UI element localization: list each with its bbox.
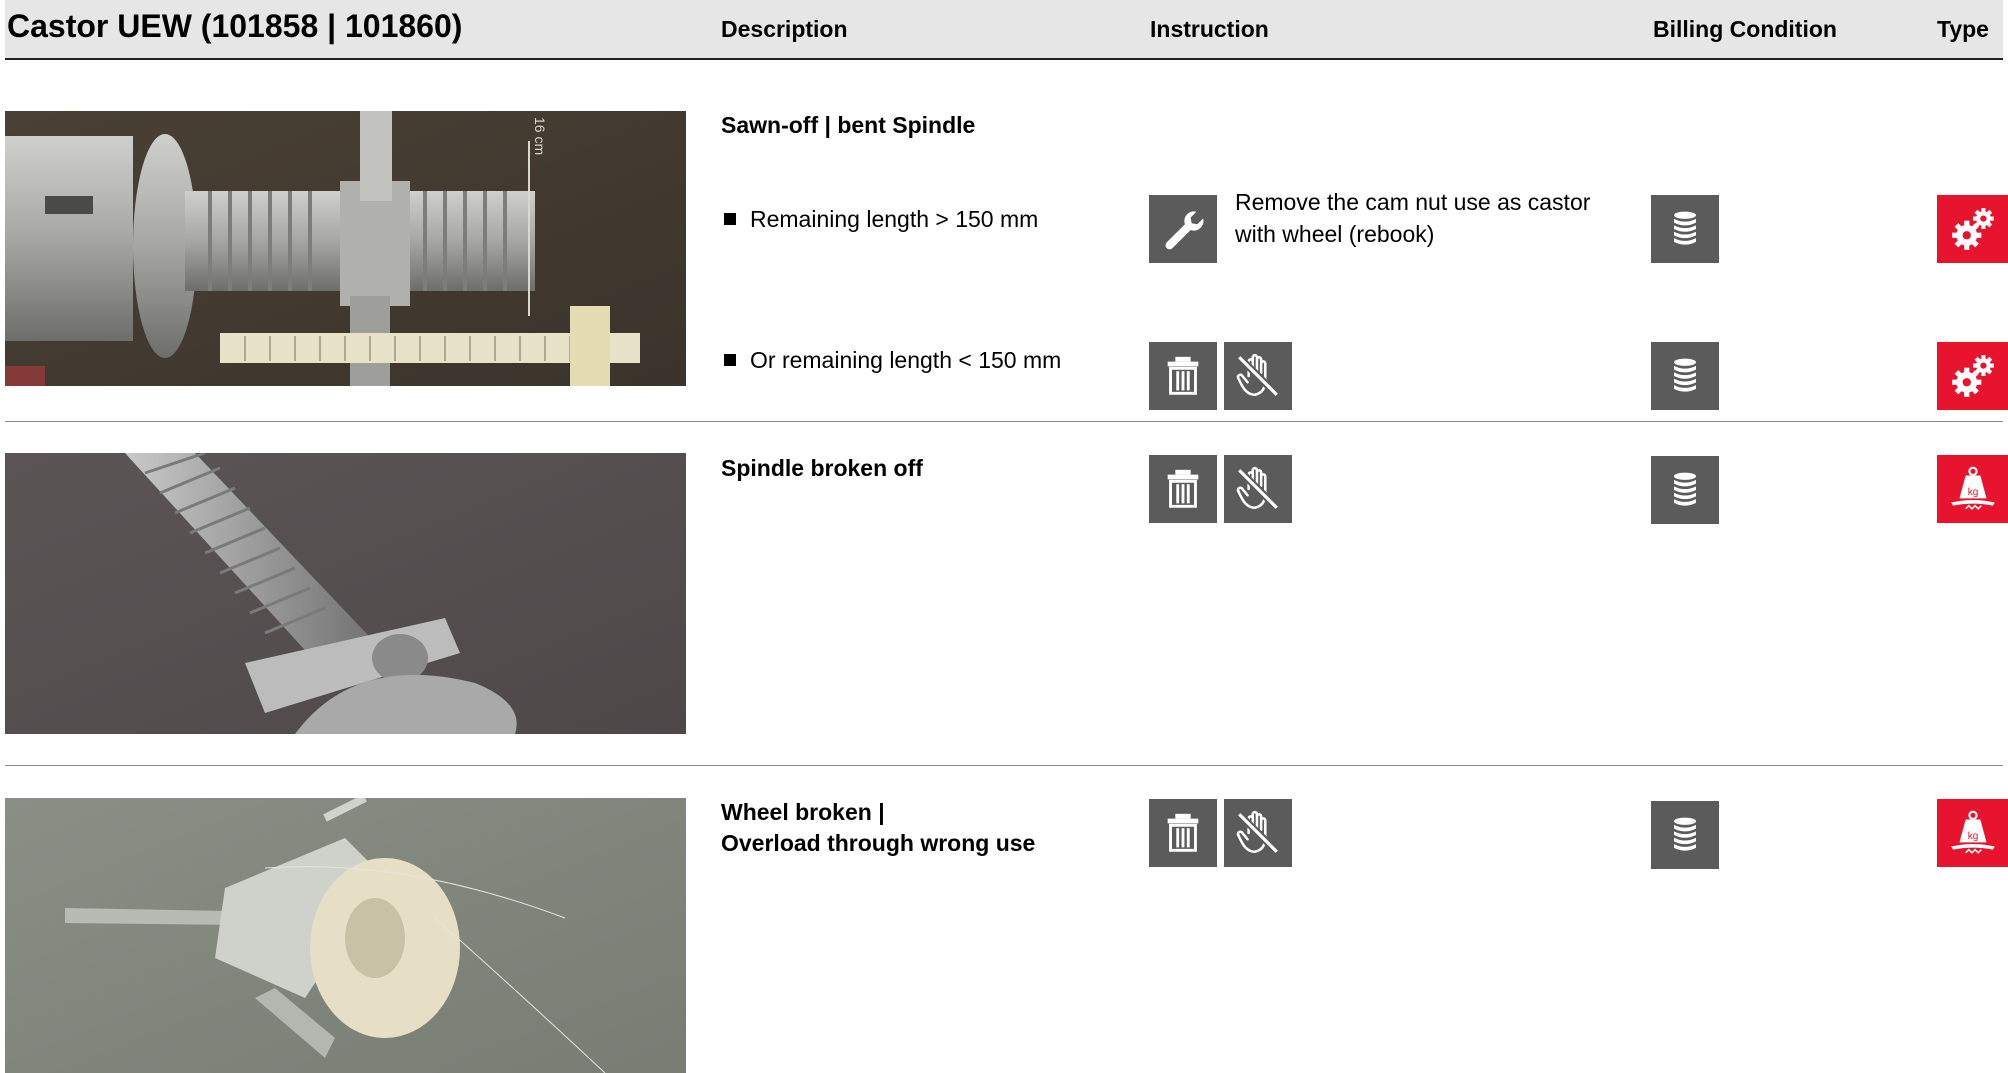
- coin-stack-icon: [1651, 195, 1719, 263]
- photo-spindle-broken-off: [5, 453, 686, 734]
- coin-stack-icon: [1651, 801, 1719, 869]
- column-header-billing: Billing Condition: [1653, 16, 1837, 42]
- no-repair-hand-icon: [1224, 455, 1292, 523]
- row-divider: [5, 421, 2003, 422]
- weight-kg-icon: kg: [1937, 799, 2008, 867]
- bullet-square-icon: [724, 354, 736, 367]
- gears-icon: [1937, 195, 2008, 263]
- column-header-instruction: Instruction: [1150, 16, 1269, 42]
- weight-kg-icon: kg: [1937, 455, 2008, 523]
- weight-kg-label: kg: [1967, 831, 1978, 842]
- column-header-type: Type: [1937, 16, 1989, 42]
- photo-sawn-off-spindle: 16 cm: [5, 111, 686, 386]
- no-repair-hand-icon: [1224, 342, 1292, 410]
- trash-icon: [1149, 455, 1217, 523]
- trash-icon: [1149, 342, 1217, 410]
- photo-measure-label: 16 cm: [532, 117, 548, 155]
- weight-kg-label: kg: [1967, 487, 1978, 498]
- list-item: Or remaining length < 150 mm: [721, 345, 1061, 376]
- row-title-spindle-broken: Spindle broken off: [721, 455, 923, 481]
- coin-stack-icon: [1651, 456, 1719, 524]
- row-title-sawn-off: Sawn-off | bent Spindle: [721, 112, 976, 138]
- bullet-square-icon: [724, 213, 736, 226]
- photo-wheel-broken: [5, 798, 686, 1073]
- row-title-wheel-broken-line2: Overload through wrong use: [721, 830, 1036, 856]
- page-title: Castor UEW (101858 | 101860): [7, 8, 463, 44]
- wrench-icon: [1149, 195, 1217, 263]
- row-divider: [5, 765, 2003, 766]
- instruction-text: Remove the cam nut use as castor with wh…: [1235, 189, 1591, 247]
- trash-icon: [1149, 799, 1217, 867]
- gears-icon: [1937, 342, 2008, 410]
- coin-stack-icon: [1651, 342, 1719, 410]
- column-header-description: Description: [721, 16, 848, 42]
- list-item: Remaining length > 150 mm: [721, 204, 1038, 235]
- row-title-wheel-broken-line1: Wheel broken |: [721, 799, 885, 825]
- no-repair-hand-icon: [1224, 799, 1292, 867]
